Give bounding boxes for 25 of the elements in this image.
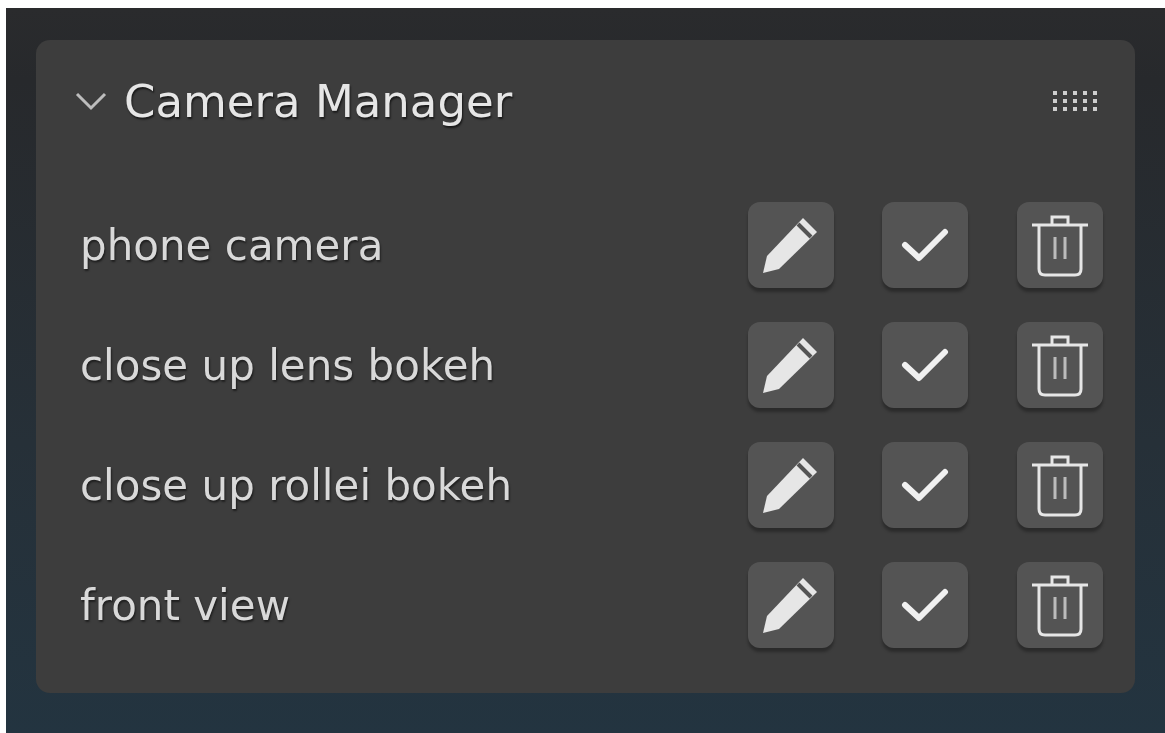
camera-name: front view <box>79 580 291 630</box>
edit-button[interactable] <box>748 442 834 528</box>
delete-button[interactable] <box>1017 322 1103 408</box>
activate-button[interactable] <box>882 322 968 408</box>
trash-icon <box>1030 573 1090 637</box>
delete-button[interactable] <box>1017 442 1103 528</box>
checkmark-icon <box>901 227 949 263</box>
delete-button[interactable] <box>1017 202 1103 288</box>
camera-name: phone camera <box>79 220 385 270</box>
camera-name: close up rollei bokeh <box>79 460 514 510</box>
panel-title[interactable]: Camera Manager <box>124 74 513 128</box>
activate-button[interactable] <box>882 202 968 288</box>
trash-icon <box>1030 213 1090 277</box>
trash-icon <box>1030 453 1090 517</box>
delete-button[interactable] <box>1017 562 1103 648</box>
checkmark-icon <box>901 347 949 383</box>
edit-button[interactable] <box>748 322 834 408</box>
checkmark-icon <box>901 587 949 623</box>
edit-button[interactable] <box>748 562 834 648</box>
activate-button[interactable] <box>882 442 968 528</box>
edit-button[interactable] <box>748 202 834 288</box>
camera-name: close up lens bokeh <box>79 340 497 390</box>
checkmark-icon <box>901 467 949 503</box>
activate-button[interactable] <box>882 562 968 648</box>
trash-icon <box>1030 333 1090 397</box>
